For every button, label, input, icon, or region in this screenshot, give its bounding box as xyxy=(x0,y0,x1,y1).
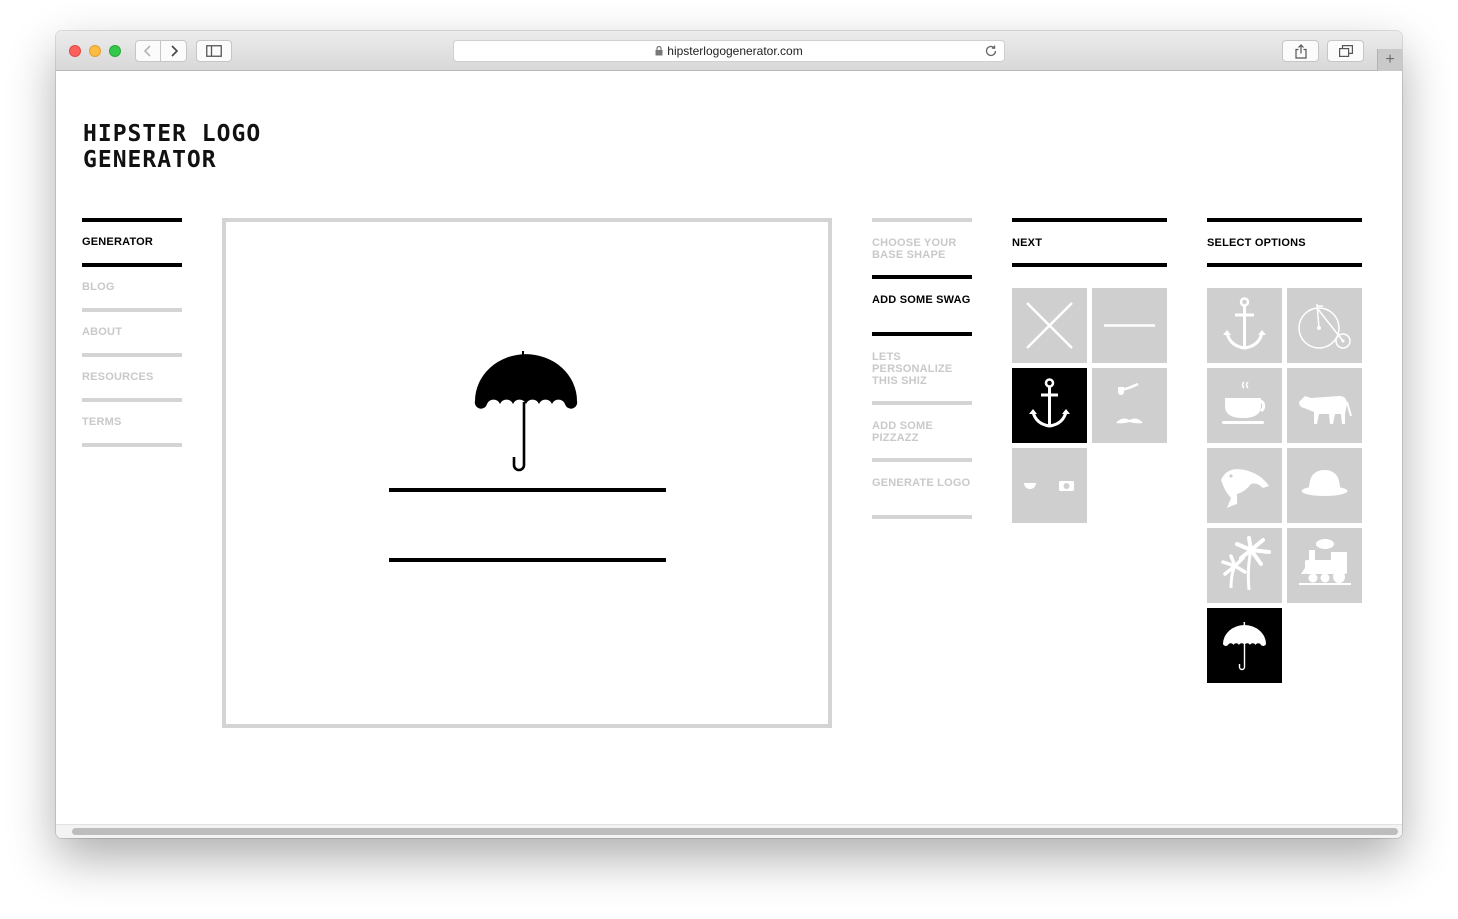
steps-nav: CHOOSE YOUR BASE SHAPE ADD SOME SWAG LET… xyxy=(872,218,972,519)
scrollbar-thumb[interactable] xyxy=(72,828,1398,835)
step-generate-logo[interactable]: GENERATE LOGO xyxy=(872,458,972,515)
nav-item-about[interactable]: ABOUT xyxy=(82,308,182,353)
single-line-icon xyxy=(1104,324,1155,327)
site-logo[interactable]: HIPSTER LOGO GENERATOR xyxy=(83,121,261,173)
zoom-window-button[interactable] xyxy=(109,45,121,57)
address-bar[interactable]: hipsterlogogenerator.com xyxy=(453,40,1005,62)
back-button[interactable] xyxy=(135,40,161,62)
train-icon xyxy=(1299,539,1351,585)
horizontal-scrollbar[interactable] xyxy=(56,824,1402,838)
close-window-button[interactable] xyxy=(69,45,81,57)
next-panel-title: NEXT xyxy=(1012,218,1167,267)
palm-trees-icon xyxy=(1221,536,1271,591)
anchor-icon xyxy=(1029,378,1070,428)
url-text: hipsterlogogenerator.com xyxy=(667,44,803,58)
nav-item-blog[interactable]: BLOG xyxy=(82,263,182,308)
browser-titlebar: hipsterlogogenerator.com + xyxy=(56,31,1402,71)
step-choose-base-shape[interactable]: CHOOSE YOUR BASE SHAPE xyxy=(872,218,972,275)
nav-item-generator[interactable]: GENERATOR xyxy=(82,218,182,263)
option-tile-penny-farthing[interactable] xyxy=(1287,288,1362,363)
nav-divider xyxy=(82,443,182,447)
nav-item-terms[interactable]: TERMS xyxy=(82,398,182,443)
share-button[interactable] xyxy=(1282,40,1319,62)
logo-preview xyxy=(389,351,666,562)
cup-camera-icon xyxy=(1024,481,1074,491)
plus-icon: + xyxy=(1385,51,1395,68)
tabs-overview-button[interactable] xyxy=(1327,40,1364,62)
option-tile-coffee-cup[interactable] xyxy=(1207,368,1282,443)
next-tile-cup-camera[interactable] xyxy=(1012,448,1087,523)
next-tile-pipe-mustache[interactable] xyxy=(1092,368,1167,443)
nav-item-resources[interactable]: RESOURCES xyxy=(82,353,182,398)
option-tile-train[interactable] xyxy=(1287,528,1362,603)
minimize-window-button[interactable] xyxy=(89,45,101,57)
share-icon xyxy=(1294,43,1307,59)
option-tile-anchor[interactable] xyxy=(1207,288,1282,363)
pipe-mustache-icon xyxy=(1116,382,1143,424)
umbrella-icon xyxy=(474,351,578,472)
option-tile-palm-trees[interactable] xyxy=(1207,528,1282,603)
main-nav: GENERATOR BLOG ABOUT RESOURCES TERMS xyxy=(82,218,182,447)
steps-divider xyxy=(872,515,972,519)
sidebar-icon xyxy=(206,45,222,57)
option-tile-cow[interactable] xyxy=(1287,368,1362,443)
penny-farthing-icon xyxy=(1298,303,1351,349)
logo-line-1: HIPSTER LOGO xyxy=(83,121,262,147)
forward-button[interactable] xyxy=(160,40,187,62)
option-tile-bowler-hat[interactable] xyxy=(1287,448,1362,523)
options-panel-title: SELECT OPTIONS xyxy=(1207,218,1362,267)
sidebar-toggle-button[interactable] xyxy=(196,40,232,62)
bowler-hat-icon xyxy=(1301,470,1348,496)
coffee-cup-icon xyxy=(1222,381,1266,424)
next-tile-single-line[interactable] xyxy=(1092,288,1167,363)
reload-icon[interactable] xyxy=(984,44,998,58)
umbrella-icon xyxy=(1223,622,1266,671)
option-tile-fish[interactable] xyxy=(1207,448,1282,523)
step-personalize[interactable]: LETS PERSONALIZE THIS SHIZ xyxy=(872,332,972,401)
logo-line-top xyxy=(389,488,666,492)
logo-line-2: GENERATOR xyxy=(83,147,217,173)
lock-icon xyxy=(655,46,663,56)
next-tile-x-lines[interactable] xyxy=(1012,288,1087,363)
next-tile-anchor[interactable] xyxy=(1012,368,1087,443)
fish-icon xyxy=(1221,469,1269,508)
step-add-some-swag[interactable]: ADD SOME SWAG xyxy=(872,275,972,332)
logo-preview-canvas xyxy=(222,218,832,728)
page-content: HIPSTER LOGO GENERATOR GENERATOR BLOG AB… xyxy=(56,71,1402,838)
new-tab-button[interactable]: + xyxy=(1377,49,1402,71)
option-tile-umbrella[interactable] xyxy=(1207,608,1282,683)
chevron-right-icon xyxy=(170,45,178,57)
logo-line-bottom xyxy=(389,558,666,562)
chevron-left-icon xyxy=(143,45,151,57)
browser-window: hipsterlogogenerator.com + HIPSTER LOGO … xyxy=(56,31,1402,838)
cow-icon xyxy=(1299,396,1352,424)
tabs-icon xyxy=(1338,45,1353,57)
x-lines-icon xyxy=(1026,302,1073,349)
anchor-icon xyxy=(1223,297,1266,350)
step-add-pizzazz[interactable]: ADD SOME PIZZAZZ xyxy=(872,401,972,458)
